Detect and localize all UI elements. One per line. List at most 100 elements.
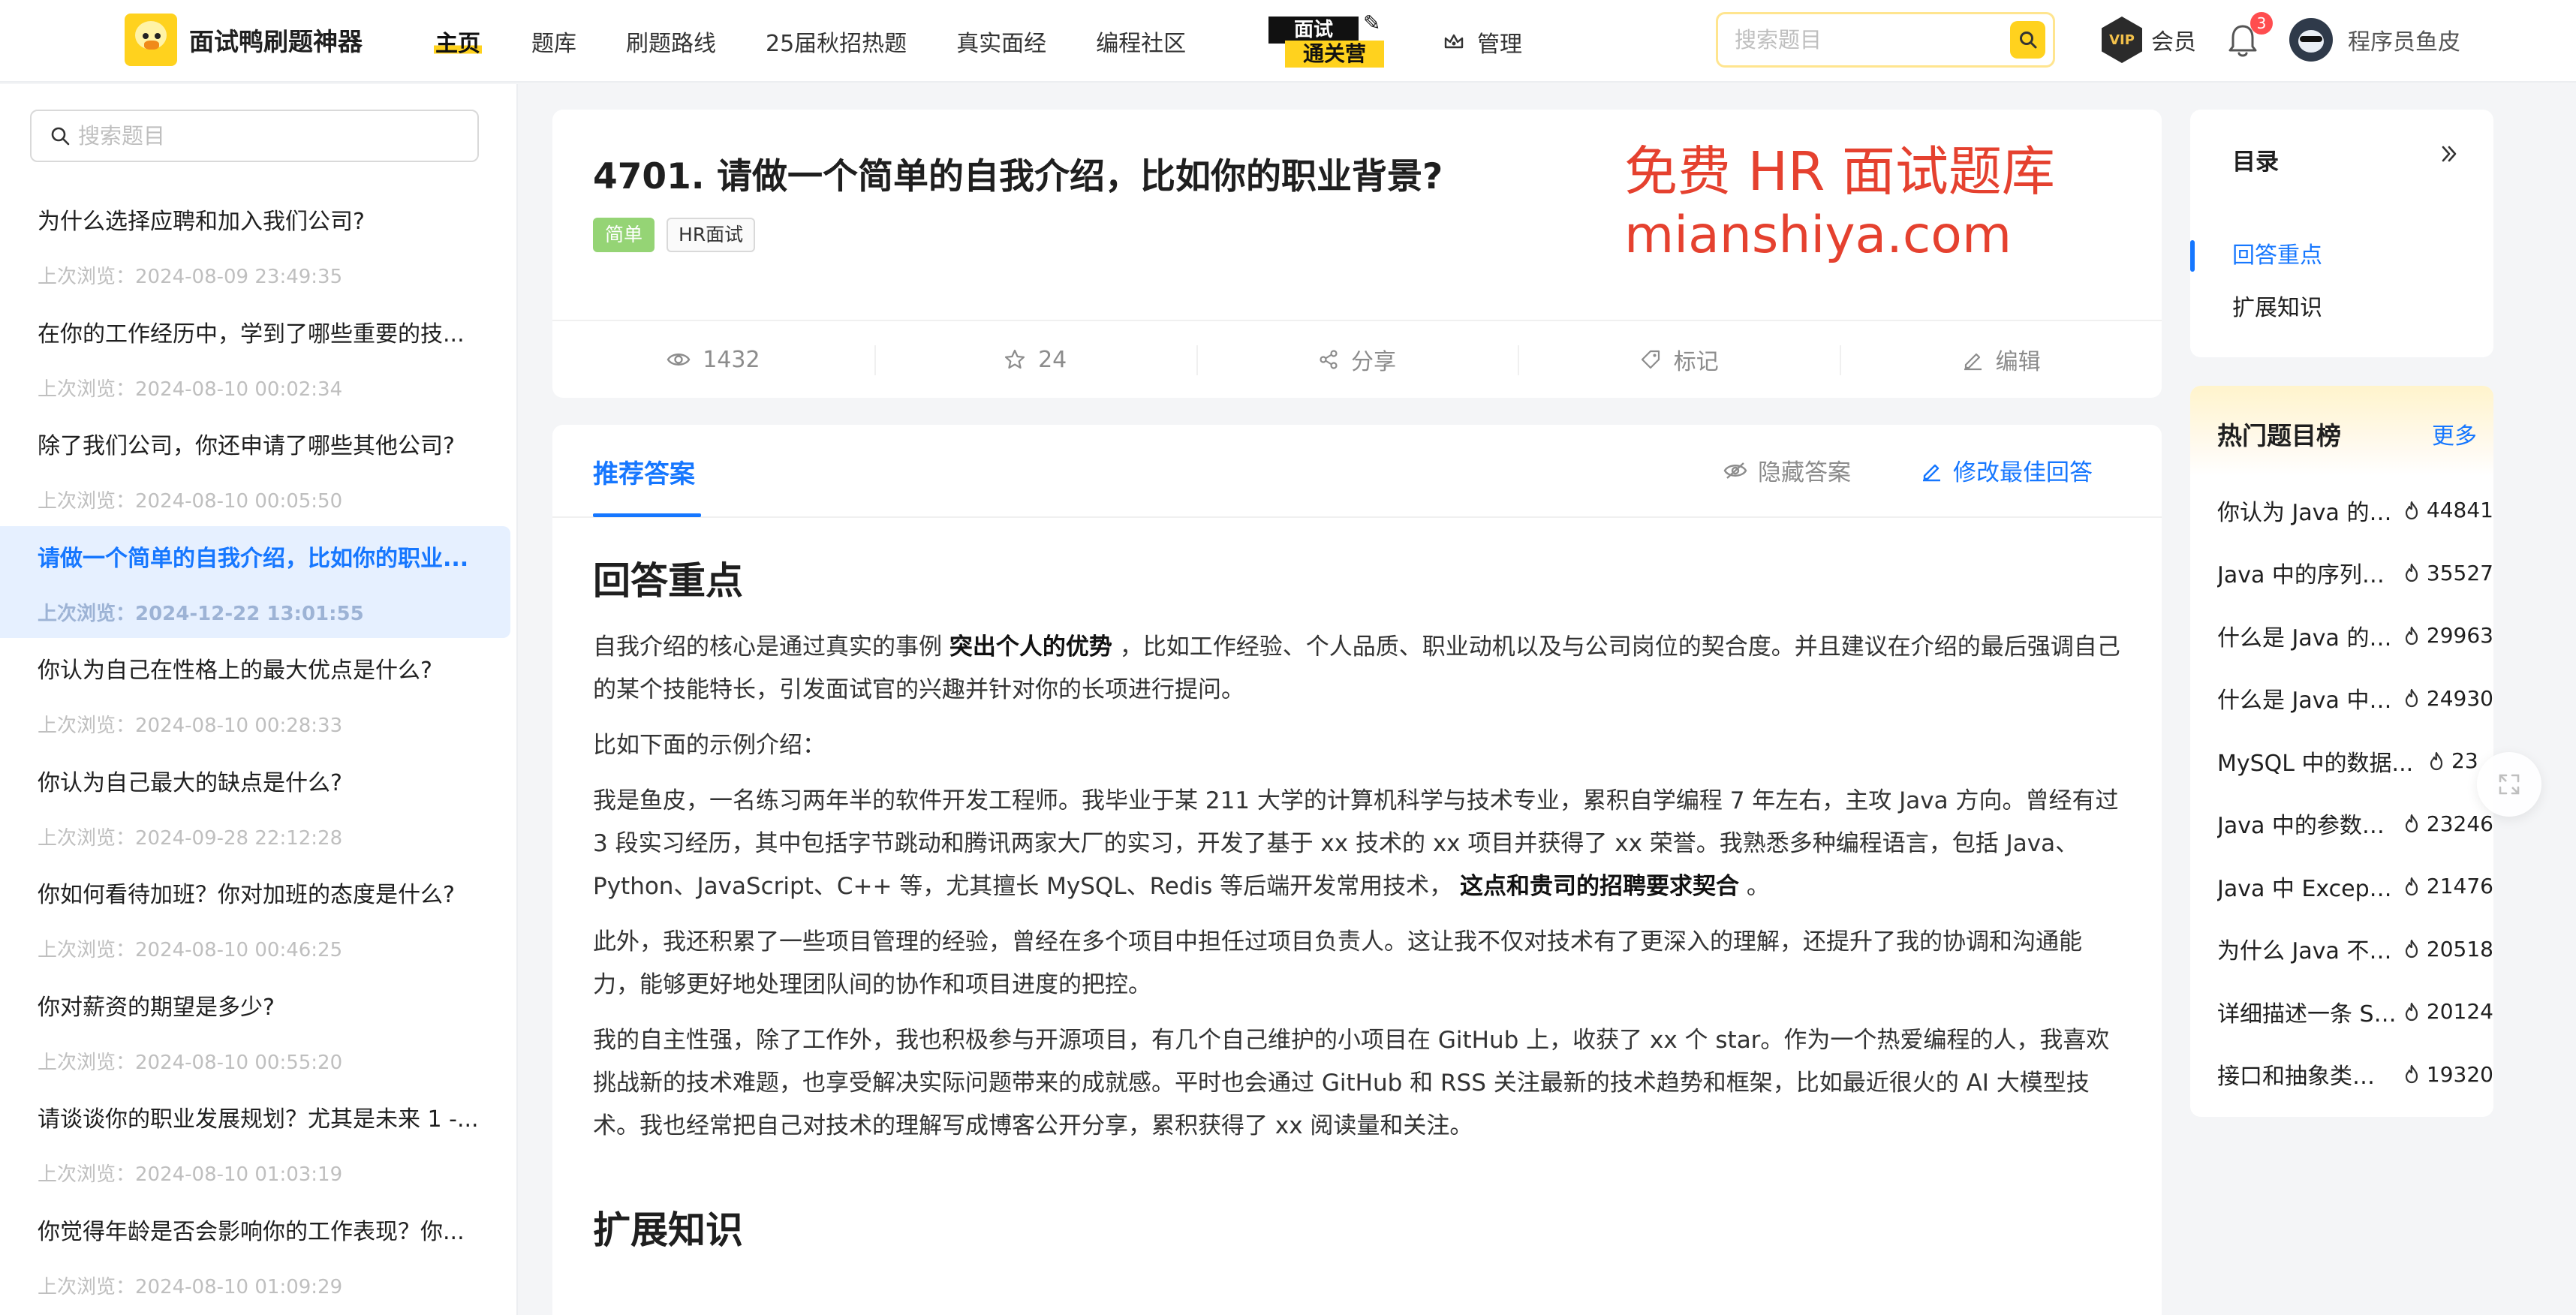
hot-question-item[interactable]: Java 中 Exception... 21476	[2190, 855, 2493, 918]
hot-question-item[interactable]: 为什么 Java 不支... 20518	[2190, 918, 2493, 981]
hot-question-item[interactable]: 详细描述一条 SQL... 20124	[2190, 980, 2493, 1043]
nav-hot-questions[interactable]: 25届秋招热题	[766, 25, 907, 58]
expand-fullscreen-button[interactable]	[2477, 752, 2541, 817]
category-tag[interactable]: HR面试	[667, 218, 756, 252]
flame-icon	[2405, 689, 2418, 708]
header-search-button[interactable]	[2010, 21, 2045, 59]
sidebar-search	[30, 110, 479, 162]
hot-questions-title: 热门题目榜	[2217, 421, 2341, 450]
star-button[interactable]: 24	[874, 321, 1196, 398]
header-search-input[interactable]	[1718, 14, 2010, 65]
notification-button[interactable]: 3	[2226, 12, 2273, 60]
flame-icon	[2405, 1065, 2418, 1084]
list-item[interactable]: 在你的工作经历中，学到了哪些重要的技... 上次浏览：2024-08-10 00:…	[0, 302, 510, 414]
question-tags: 简单 HR面试	[593, 218, 767, 252]
toc-item-extended[interactable]: 扩展知识	[2190, 282, 2493, 335]
mark-button[interactable]: 标记	[1518, 321, 1840, 398]
hot-question-count: 23	[2451, 748, 2478, 774]
nav-study-route[interactable]: 刷题路线	[626, 25, 716, 58]
list-item[interactable]: 请谈谈你的职业发展规划？尤其是未来 1 -... 上次浏览：2024-08-10 …	[0, 1087, 510, 1199]
list-item[interactable]: 为什么选择应聘和加入我们公司? 上次浏览：2024-08-09 23:49:35	[0, 189, 510, 302]
hide-answer-button[interactable]: 隐藏答案	[1723, 453, 1851, 487]
edit-button[interactable]: 编辑	[1840, 321, 2162, 398]
promo-line-1: 免费 HR 面试题库	[1624, 140, 2055, 203]
toc-list: 回答重点 扩展知识	[2190, 230, 2493, 335]
tag-icon	[1641, 350, 1660, 369]
hot-question-text: Java 中的参数传...	[2217, 813, 2397, 840]
user-menu[interactable]: 程序员鱼皮	[2289, 18, 2460, 62]
nav-admin[interactable]: 管理	[1443, 26, 1522, 59]
crown-icon	[1444, 34, 1464, 49]
list-item[interactable]: 你觉得年龄是否会影响你的工作表现？你... 上次浏览：2024-08-10 01:…	[0, 1199, 510, 1312]
hot-question-text: 什么是 Java 中的...	[2217, 688, 2397, 715]
answer-paragraph: 我的自主性强，除了工作外，我也积极参与开源项目，有几个自己维护的小项目在 Git…	[593, 1027, 2110, 1139]
hot-question-item[interactable]: 什么是 Java 的多... 29963	[2190, 604, 2493, 667]
flame-icon	[2405, 564, 2418, 582]
answer-card: 推荐答案 隐藏答案 修改最佳回答 回答重点 自我介绍的核心是通过真实的事例 突出…	[552, 425, 2162, 1315]
star-count: 24	[1038, 346, 1067, 373]
hot-questions-list: 你认为 Java 的优... 44841 Java 中的序列化... 35527 什…	[2190, 479, 2493, 1106]
hot-question-heat: 44841	[2403, 498, 2493, 522]
history-sidebar: 为什么选择应聘和加入我们公司?上次浏览：2024-08-09 23:49:35 …	[0, 84, 518, 1315]
list-item-question: 你觉得年龄是否会影响你的工作表现？你...	[38, 1218, 465, 1245]
question-title: 4701. 请做一个简单的自我介绍，比如你的职业背景?	[593, 156, 1443, 197]
list-item-question: 请做一个简单的自我介绍，比如你的职业...	[38, 545, 469, 572]
list-item-time: 上次浏览：2024-12-22 13:01:55	[38, 602, 364, 625]
nav-home[interactable]: 主页	[434, 25, 482, 58]
sidebar-search-input[interactable]	[71, 111, 477, 161]
toc-title: 目录	[2232, 149, 2279, 176]
logo[interactable]: 面试鸭刷题神器	[125, 14, 363, 66]
edit-label: 编辑	[1995, 349, 2041, 375]
text-span: 。	[1746, 873, 1770, 900]
list-item-question: 除了我们公司，你还申请了哪些其他公司?	[38, 433, 455, 459]
hot-question-count: 20124	[2426, 999, 2493, 1025]
list-item-time: 上次浏览：2024-08-10 00:02:34	[38, 378, 343, 401]
hot-question-item[interactable]: MySQL 中的数据... 23	[2190, 730, 2493, 793]
toc-item-key-points[interactable]: 回答重点	[2190, 230, 2493, 282]
hot-question-count: 19320	[2426, 1061, 2493, 1087]
vip-icon: VIP	[2102, 17, 2142, 63]
answer-tabs: 推荐答案 隐藏答案 修改最佳回答	[552, 425, 2162, 518]
share-button[interactable]: 分享	[1196, 321, 1518, 398]
bootcamp-badge-bottom: 通关营	[1285, 41, 1384, 68]
brand-name: 面试鸭刷题神器	[189, 27, 363, 56]
double-chevron-right-icon[interactable]	[2438, 143, 2460, 165]
search-icon	[51, 127, 70, 146]
vip-member[interactable]: VIP 会员	[2102, 17, 2196, 63]
hot-question-text: 接口和抽象类有什...	[2217, 1064, 2397, 1091]
eye-icon	[667, 354, 691, 366]
nav-community[interactable]: 编程社区	[1096, 25, 1186, 58]
list-item[interactable]: 你认为自己在性格上的最大优点是什么? 上次浏览：2024-08-10 00:28:…	[0, 638, 510, 751]
edit-best-answer-label: 修改最佳回答	[1953, 459, 2093, 486]
hot-question-heat: 24930	[2403, 686, 2493, 711]
flame-icon	[2405, 877, 2418, 895]
list-item[interactable]: 除了我们公司，你还申请了哪些其他公司? 上次浏览：2024-08-10 00:05…	[0, 414, 510, 526]
hot-question-item[interactable]: Java 中的参数传... 23246	[2190, 793, 2493, 856]
hot-questions-more-link[interactable]: 更多	[2432, 417, 2477, 450]
answer-paragraph: 比如下面的示例介绍：	[593, 732, 826, 759]
hot-question-item[interactable]: Java 中的序列化... 35527	[2190, 542, 2493, 605]
nav-interview-experience[interactable]: 真实面经	[956, 25, 1046, 58]
edit-best-answer-button[interactable]: 修改最佳回答	[1920, 453, 2093, 487]
list-item[interactable]: 你认为自己最大的缺点是什么? 上次浏览：2024-09-28 22:12:28	[0, 751, 510, 863]
list-item-active[interactable]: 请做一个简单的自我介绍，比如你的职业... 上次浏览：2024-12-22 13:…	[0, 525, 510, 638]
hot-question-text: 什么是 Java 的多...	[2217, 624, 2397, 651]
hot-question-item[interactable]: 接口和抽象类有什... 19320	[2190, 1043, 2493, 1106]
bootcamp-badge-top: 面试	[1268, 17, 1359, 44]
list-item[interactable]: 你如何看待加班？你对加班的态度是什么? 上次浏览：2024-08-10 00:46…	[0, 862, 510, 975]
duck-logo-icon	[125, 14, 177, 66]
list-item[interactable]: 你对薪资的期望是多少? 上次浏览：2024-08-10 00:55:20	[0, 975, 510, 1088]
difficulty-tag: 简单	[593, 218, 655, 252]
tab-recommended-answer[interactable]: 推荐答案	[593, 453, 695, 490]
bootcamp-badge[interactable]: 面试 通关营 ✎	[1268, 11, 1390, 69]
hot-question-item[interactable]: 什么是 Java 中的... 24930	[2190, 667, 2493, 730]
user-name: 程序员鱼皮	[2348, 29, 2460, 56]
toc-card: 目录 回答重点 扩展知识	[2190, 110, 2493, 357]
share-label: 分享	[1350, 349, 1396, 375]
hot-question-heat: 29963	[2403, 623, 2493, 648]
list-item-question: 为什么选择应聘和加入我们公司?	[38, 209, 365, 235]
promo-line-2: mianshiya.com	[1624, 206, 2012, 265]
nav-question-bank[interactable]: 题库	[531, 25, 576, 58]
hot-question-item[interactable]: 你认为 Java 的优... 44841	[2190, 479, 2493, 542]
flame-icon	[2405, 501, 2418, 519]
